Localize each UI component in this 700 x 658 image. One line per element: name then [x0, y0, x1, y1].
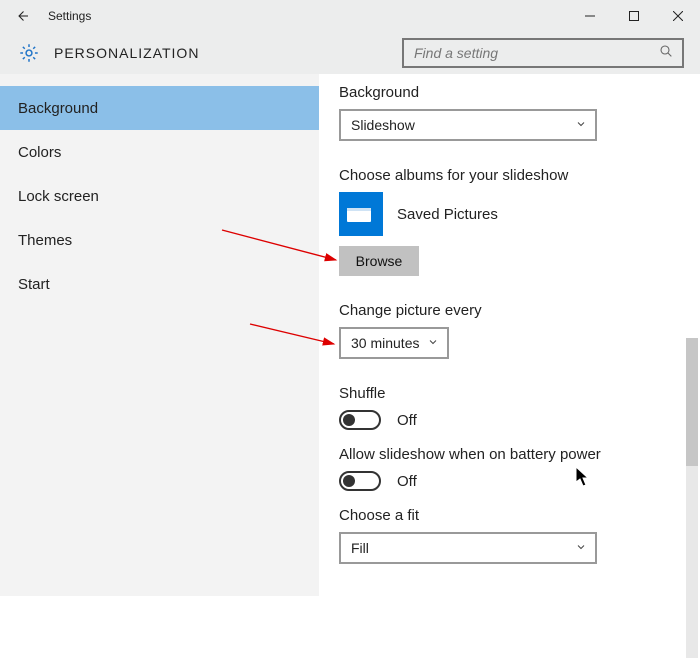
- shuffle-toggle-row: Off: [339, 410, 680, 430]
- sidebar-item-label: Start: [18, 276, 50, 293]
- sidebar-item-label: Lock screen: [18, 188, 99, 205]
- folder-icon: [339, 192, 383, 236]
- change-picture-dropdown[interactable]: 30 minutes: [339, 327, 449, 359]
- minimize-icon: [585, 11, 595, 21]
- page-title: PERSONALIZATION: [54, 45, 402, 61]
- browse-button[interactable]: Browse: [339, 246, 419, 276]
- search-box[interactable]: [402, 38, 684, 68]
- close-button[interactable]: [656, 0, 700, 32]
- maximize-button[interactable]: [612, 0, 656, 32]
- chevron-down-icon: [575, 541, 587, 556]
- sidebar-item-start[interactable]: Start: [0, 262, 319, 306]
- choose-fit-dropdown[interactable]: Fill: [339, 532, 597, 564]
- scrollbar-thumb[interactable]: [686, 338, 698, 466]
- sidebar-item-label: Background: [18, 100, 98, 117]
- sidebar: Background Colors Lock screen Themes Sta…: [0, 74, 319, 596]
- sidebar-item-themes[interactable]: Themes: [0, 218, 319, 262]
- sidebar-item-label: Themes: [18, 232, 72, 249]
- minimize-button[interactable]: [568, 0, 612, 32]
- battery-toggle[interactable]: [339, 471, 381, 491]
- sidebar-item-label: Colors: [18, 144, 61, 161]
- main-panel: Background Slideshow Choose albums for y…: [319, 74, 700, 596]
- shuffle-state: Off: [393, 412, 417, 429]
- sidebar-item-lock-screen[interactable]: Lock screen: [0, 174, 319, 218]
- background-label: Background: [339, 84, 680, 101]
- title-bar: Settings: [0, 0, 700, 32]
- battery-toggle-row: Off: [339, 471, 680, 491]
- album-name: Saved Pictures: [397, 206, 498, 223]
- battery-label: Allow slideshow when on battery power: [339, 446, 680, 463]
- battery-state: Off: [393, 473, 417, 490]
- shuffle-label: Shuffle: [339, 385, 680, 402]
- background-dropdown-value: Slideshow: [351, 117, 415, 133]
- choose-fit-label: Choose a fit: [339, 507, 680, 524]
- back-button[interactable]: [0, 0, 44, 32]
- change-picture-label: Change picture every: [339, 302, 680, 319]
- command-bar: PERSONALIZATION: [0, 32, 700, 74]
- scrollbar-track[interactable]: [686, 338, 698, 658]
- change-picture-value: 30 minutes: [351, 335, 419, 351]
- toggle-knob-icon: [343, 475, 355, 487]
- shuffle-toggle[interactable]: [339, 410, 381, 430]
- window-controls: [568, 0, 700, 32]
- chevron-down-icon: [427, 336, 439, 351]
- sidebar-item-colors[interactable]: Colors: [0, 130, 319, 174]
- chevron-down-icon: [575, 118, 587, 133]
- search-icon: [658, 43, 674, 64]
- choose-albums-label: Choose albums for your slideshow: [339, 167, 680, 184]
- background-dropdown[interactable]: Slideshow: [339, 109, 597, 141]
- sidebar-item-background[interactable]: Background: [0, 86, 319, 130]
- window-title: Settings: [44, 9, 568, 23]
- browse-button-label: Browse: [356, 253, 403, 269]
- content-area: Background Colors Lock screen Themes Sta…: [0, 74, 700, 596]
- choose-fit-value: Fill: [351, 540, 369, 556]
- back-arrow-icon: [13, 7, 31, 25]
- close-icon: [673, 11, 683, 21]
- gear-icon: [18, 42, 40, 64]
- toggle-knob-icon: [343, 414, 355, 426]
- maximize-icon: [629, 11, 639, 21]
- album-row[interactable]: Saved Pictures: [339, 192, 680, 236]
- settings-gear[interactable]: [12, 42, 46, 64]
- search-input[interactable]: [414, 45, 658, 61]
